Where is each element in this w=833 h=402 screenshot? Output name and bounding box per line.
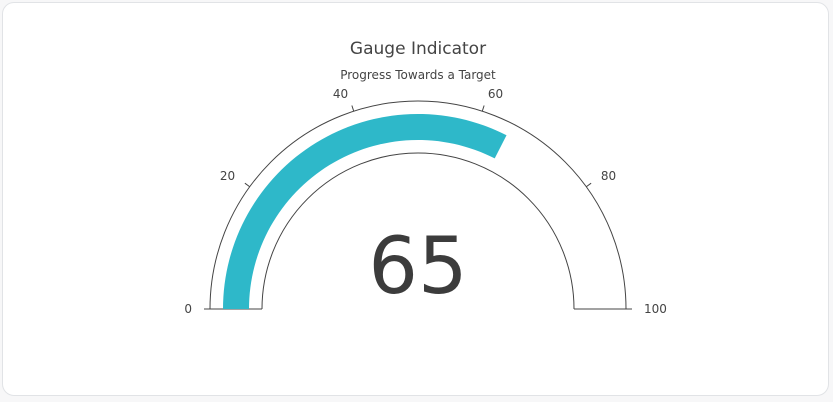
gauge-tick-mark [481, 105, 485, 112]
chart-subtitle: Progress Towards a Target [340, 68, 496, 82]
gauge-tick-label: 80 [601, 169, 616, 183]
gauge-value-number: 65 [368, 222, 467, 312]
gauge-tick-label: 60 [488, 87, 503, 101]
gauge-chart: Gauge Indicator Progress Towards a Targe… [184, 39, 667, 316]
gauge-tick-mark [585, 182, 592, 188]
gauge-tick-label: 0 [184, 302, 192, 316]
chart-card: Gauge Indicator Progress Towards a Targe… [2, 2, 829, 396]
gauge-tick-label: 20 [220, 169, 235, 183]
chart-title: Gauge Indicator [350, 39, 486, 59]
gauge-tick-label: 40 [333, 87, 348, 101]
gauge-tick-label: 100 [644, 302, 667, 316]
gauge-tick-mark [351, 105, 355, 112]
gauge-tick-mark [244, 182, 251, 188]
